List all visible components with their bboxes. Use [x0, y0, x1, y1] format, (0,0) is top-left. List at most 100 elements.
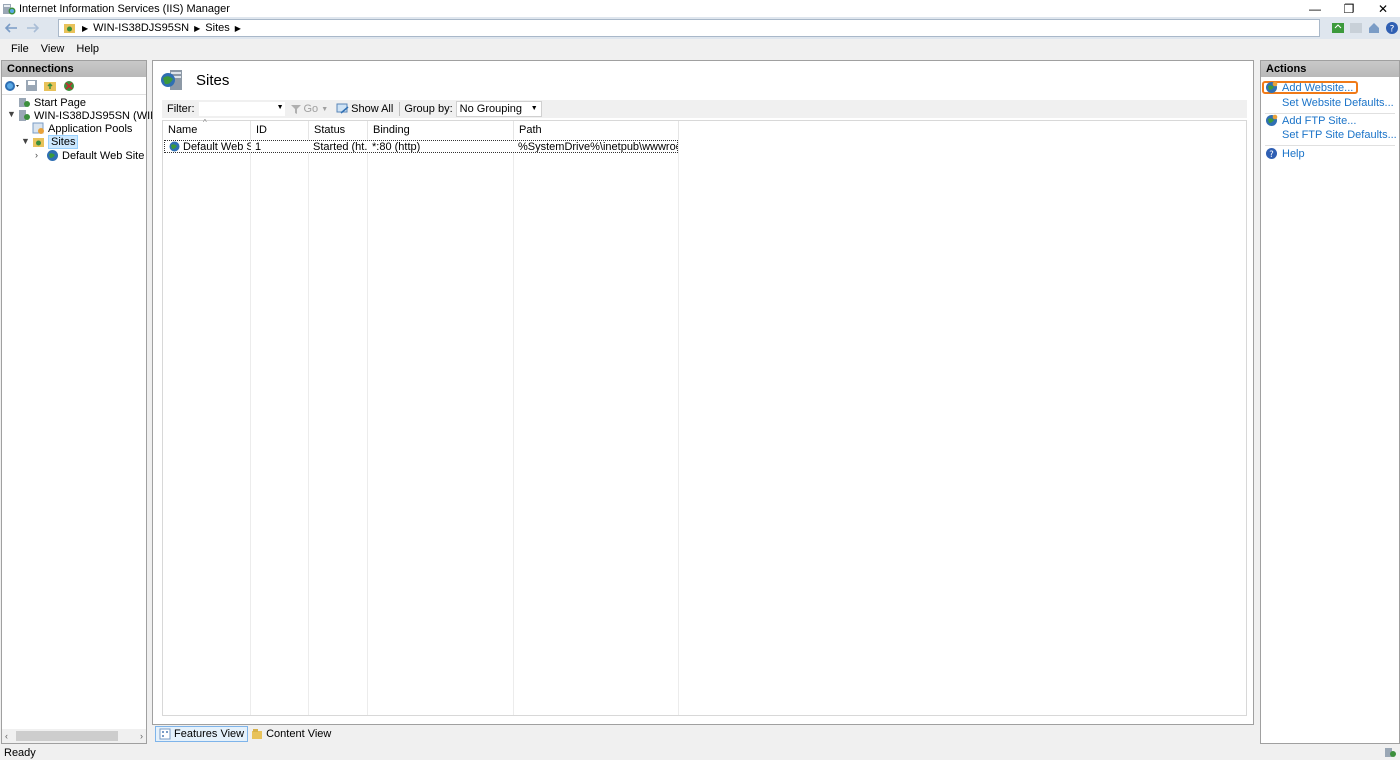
menu-view[interactable]: View	[35, 43, 71, 55]
up-folder-icon[interactable]	[42, 78, 58, 94]
site-path-cell: %SystemDrive%\inetpub\wwwroot	[518, 141, 677, 152]
dropdown-arrow-icon[interactable]: ▼	[277, 104, 284, 111]
tree-application-pools[interactable]: Application Pools	[32, 122, 132, 135]
save-icon[interactable]	[23, 78, 39, 94]
svg-text:?: ?	[1269, 150, 1274, 160]
tree-default-web-site-label: Default Web Site	[62, 149, 145, 162]
add-ftp-site-icon	[1265, 114, 1278, 127]
connect-globe-icon[interactable]	[4, 78, 20, 94]
set-website-defaults-link[interactable]: Set Website Defaults...	[1282, 97, 1394, 109]
breadcrumb-separator-icon: ▶	[194, 23, 201, 33]
dropdown-arrow-icon[interactable]: ▼	[531, 105, 538, 112]
site-binding-cell: *:80 (http)	[372, 141, 421, 152]
status-bar: Ready	[0, 745, 1400, 760]
disconnect-icon[interactable]	[61, 78, 77, 94]
add-website-icon	[1265, 81, 1278, 94]
actions-panel: Actions Add Website... Set Website Defau…	[1260, 60, 1400, 744]
forward-button[interactable]	[22, 19, 44, 37]
show-all-button[interactable]: Show All	[332, 103, 397, 115]
breadcrumb-sites[interactable]: Sites	[205, 22, 229, 34]
column-header-path[interactable]: Path	[514, 121, 679, 139]
column-header-name[interactable]: Name ^	[163, 118, 251, 139]
help-link[interactable]: ? Help	[1265, 147, 1305, 160]
set-ftp-site-defaults-link[interactable]: Set FTP Site Defaults...	[1282, 129, 1397, 141]
add-ftp-site-link[interactable]: Add FTP Site...	[1265, 114, 1356, 127]
connections-panel: Connections Start Page ▼ WIN-IS38DJS95SN…	[1, 60, 192, 744]
breadcrumb-server[interactable]: WIN-IS38DJS95SN	[93, 22, 189, 34]
address-bar: ▶ WIN-IS38DJS95SN ▶ Sites ▶ ?	[0, 17, 1400, 39]
list-header: Name ^ ID Status Binding Path	[163, 118, 1246, 139]
globe-icon	[46, 149, 59, 162]
tree-start-page[interactable]: Start Page	[18, 96, 86, 109]
sites-folder-icon	[32, 135, 45, 148]
page-title: Sites	[196, 71, 230, 89]
site-status-cell: Started (ht...	[313, 141, 368, 152]
sites-page-icon	[161, 70, 182, 90]
svg-text:?: ?	[1390, 25, 1395, 35]
column-header-id[interactable]: ID	[251, 121, 309, 139]
scrollbar-thumb[interactable]	[16, 731, 118, 741]
connections-toolbar	[2, 77, 146, 95]
breadcrumb-separator-icon: ▶	[234, 23, 241, 33]
funnel-icon	[290, 104, 301, 114]
restore-button[interactable]: ❐	[1332, 0, 1366, 17]
iis-manager-icon	[3, 3, 16, 14]
forward-arrow-icon	[27, 23, 40, 33]
connections-header: Connections	[2, 61, 146, 77]
column-header-status[interactable]: Status	[309, 121, 368, 139]
features-view-icon	[159, 728, 171, 740]
tree-sites-label: Sites	[48, 134, 79, 149]
application-pools-icon	[32, 122, 45, 135]
tree-start-page-label: Start Page	[34, 96, 86, 109]
close-button[interactable]: ✕	[1366, 0, 1400, 17]
title-bar: Internet Information Services (IIS) Mana…	[0, 0, 1400, 17]
site-name-cell: Default Web Site	[165, 141, 251, 152]
help-icon: ?	[1265, 147, 1278, 160]
refresh-icon[interactable]	[1330, 20, 1346, 36]
go-button[interactable]: Go ▼	[286, 103, 333, 115]
stop-icon[interactable]	[1348, 20, 1364, 36]
connections-scrollbar[interactable]: ‹ ›	[2, 729, 146, 743]
tree-expand-icon[interactable]: ›	[35, 150, 38, 160]
main-content: Sites Filter: ▼ Go ▼ Show All Group by: …	[152, 60, 1254, 725]
globe-icon	[169, 141, 180, 152]
group-by-label: Group by:	[404, 103, 453, 115]
menu-help[interactable]: Help	[70, 43, 105, 55]
menu-file[interactable]: File	[5, 43, 35, 55]
server-icon	[18, 109, 31, 122]
back-arrow-icon	[4, 23, 17, 33]
dropdown-arrow-icon: ▼	[321, 105, 329, 113]
back-button[interactable]	[0, 19, 22, 37]
toolbar-separator	[399, 102, 401, 116]
scroll-right-icon[interactable]: ›	[140, 731, 143, 741]
start-page-icon	[18, 96, 31, 109]
tab-features-view[interactable]: Features View	[155, 726, 249, 742]
tree-application-pools-label: Application Pools	[48, 122, 133, 135]
tab-content-view[interactable]: Content View	[248, 726, 334, 742]
sites-list: Name ^ ID Status Binding Path Default We…	[162, 118, 1247, 716]
status-network-icon	[1385, 748, 1396, 757]
sites-folder-icon	[64, 24, 75, 33]
show-all-icon	[336, 103, 349, 114]
window-title: Internet Information Services (IIS) Mana…	[19, 2, 230, 15]
table-row[interactable]: Default Web Site 1 Started (ht... *:80 (…	[164, 140, 678, 153]
address-field[interactable]: ▶ WIN-IS38DJS95SN ▶ Sites ▶	[58, 19, 1320, 37]
tree-collapse-icon[interactable]: ▼	[7, 109, 16, 119]
group-by-select[interactable]: No Grouping ▼	[455, 101, 542, 117]
status-text: Ready	[4, 746, 36, 759]
menu-bar: File View Help	[0, 39, 1400, 59]
minimize-button[interactable]: —	[1298, 0, 1332, 17]
tree-default-web-site[interactable]: Default Web Site	[46, 149, 144, 162]
scroll-left-icon[interactable]: ‹	[5, 731, 8, 741]
column-header-binding[interactable]: Binding	[368, 121, 514, 139]
breadcrumb-separator-icon: ▶	[82, 23, 89, 33]
tree-sites[interactable]: Sites	[32, 134, 79, 149]
home-icon[interactable]	[1366, 20, 1382, 36]
site-id-cell: 1	[255, 141, 262, 152]
help-icon[interactable]: ?	[1384, 20, 1400, 36]
filter-label: Filter:	[167, 103, 195, 115]
add-website-link[interactable]: Add Website...	[1262, 81, 1359, 94]
tree-collapse-icon[interactable]: ▼	[21, 136, 30, 146]
content-view-icon	[252, 729, 263, 739]
filter-input[interactable]: ▼	[197, 101, 286, 117]
